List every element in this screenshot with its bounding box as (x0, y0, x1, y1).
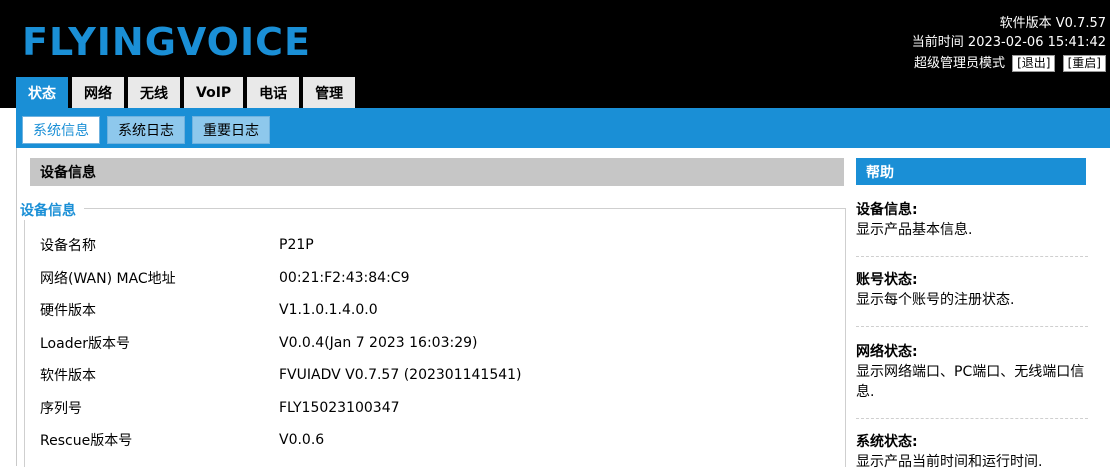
sub-tab-bar: 系统信息 系统日志 重要日志 (16, 108, 1110, 148)
help-item: 系统状态: 显示产品当前时间和运行时间. (856, 432, 1088, 472)
main-tabs: 状态 网络 无线 VoIP 电话 管理 (16, 77, 356, 108)
subtab-system-info[interactable]: 系统信息 (22, 116, 100, 144)
help-divider (856, 326, 1088, 327)
logout-button[interactable]: [退出] (1012, 55, 1056, 72)
section-title: 设备信息 (30, 158, 844, 186)
top-header: FLYINGVOICE 软件版本 V0.7.57 当前时间 2023-02-06… (0, 0, 1110, 108)
info-row: 序列号 FLY15023100347 (40, 392, 679, 425)
tab-voip[interactable]: VoIP (184, 77, 244, 108)
current-time: 当前时间 2023-02-06 15:41:42 (911, 35, 1106, 50)
info-label: 序列号 (40, 400, 82, 417)
info-value: P21P (279, 237, 314, 254)
tab-phone[interactable]: 电话 (247, 77, 300, 108)
sub-tabs: 系统信息 系统日志 重要日志 (22, 116, 270, 144)
help-divider (856, 256, 1088, 257)
info-value: FVUIADV V0.7.57 (202301141541) (279, 367, 522, 384)
brand-logo: FLYINGVOICE (22, 20, 311, 64)
info-row: 设备名称 P21P (40, 229, 679, 262)
device-info-table: 设备名称 P21P 网络(WAN) MAC地址 00:21:F2:43:84:C… (40, 229, 679, 457)
info-label: Loader版本号 (40, 335, 130, 352)
info-row: 网络(WAN) MAC地址 00:21:F2:43:84:C9 (40, 262, 679, 295)
info-row: Rescue版本号 V0.0.6 (40, 424, 679, 457)
subtab-system-log[interactable]: 系统日志 (107, 116, 185, 144)
help-item-title: 系统状态: (856, 434, 918, 450)
help-item: 设备信息: 显示产品基本信息. (856, 200, 1088, 240)
info-value: FLY15023100347 (279, 399, 400, 416)
admin-controls: 超级管理员模式 [退出] [重启] (912, 54, 1106, 73)
subtab-important-log[interactable]: 重要日志 (192, 116, 270, 144)
tab-network[interactable]: 网络 (72, 77, 124, 108)
info-value: V0.0.4(Jan 7 2023 16:03:29) (279, 334, 478, 351)
info-label: 软件版本 (40, 368, 96, 385)
info-row: 软件版本 FVUIADV V0.7.57 (202301141541) (40, 359, 679, 392)
info-value: V0.0.6 (279, 432, 325, 449)
tab-status[interactable]: 状态 (16, 77, 68, 108)
help-divider (856, 418, 1088, 419)
help-item-desc: 显示每个账号的注册状态. (856, 292, 1015, 308)
tab-wireless[interactable]: 无线 (128, 77, 180, 108)
tab-management[interactable]: 管理 (303, 77, 356, 108)
info-row: 硬件版本 V1.1.0.1.4.0.0 (40, 294, 679, 327)
admin-mode-label: 超级管理员模式 (913, 56, 1005, 71)
device-info-legend: 设备信息 (20, 200, 84, 220)
info-label: 硬件版本 (40, 303, 96, 320)
help-item-title: 网络状态: (856, 344, 918, 360)
info-row: Loader版本号 V0.0.4(Jan 7 2023 16:03:29) (40, 327, 679, 360)
software-version: 软件版本 V0.7.57 (999, 16, 1106, 31)
reboot-button[interactable]: [重启] (1062, 55, 1106, 72)
help-item-desc: 显示产品当前时间和运行时间. (856, 454, 1043, 470)
help-item-title: 账号状态: (856, 272, 918, 288)
help-item-desc: 显示产品基本信息. (856, 222, 973, 238)
help-item-title: 设备信息: (856, 202, 918, 218)
help-item-desc: 显示网络端口、PC端口、无线端口信息. (856, 364, 1085, 400)
help-item: 账号状态: 显示每个账号的注册状态. (856, 270, 1088, 310)
help-item: 网络状态: 显示网络端口、PC端口、无线端口信息. (856, 342, 1088, 402)
status-box: 软件版本 V0.7.57 当前时间 2023-02-06 15:41:42 超级… (912, 14, 1106, 73)
info-value: V1.1.0.1.4.0.0 (279, 302, 378, 319)
info-label: Rescue版本号 (40, 433, 133, 450)
info-value: 00:21:F2:43:84:C9 (279, 269, 410, 286)
info-label: 设备名称 (40, 238, 96, 255)
help-panel: 帮助 设备信息: 显示产品基本信息. 账号状态: 显示每个账号的注册状态. 网络… (852, 148, 1110, 470)
panel-divider (16, 148, 17, 466)
help-title: 帮助 (856, 158, 1086, 185)
info-label: 网络(WAN) MAC地址 (40, 270, 176, 287)
